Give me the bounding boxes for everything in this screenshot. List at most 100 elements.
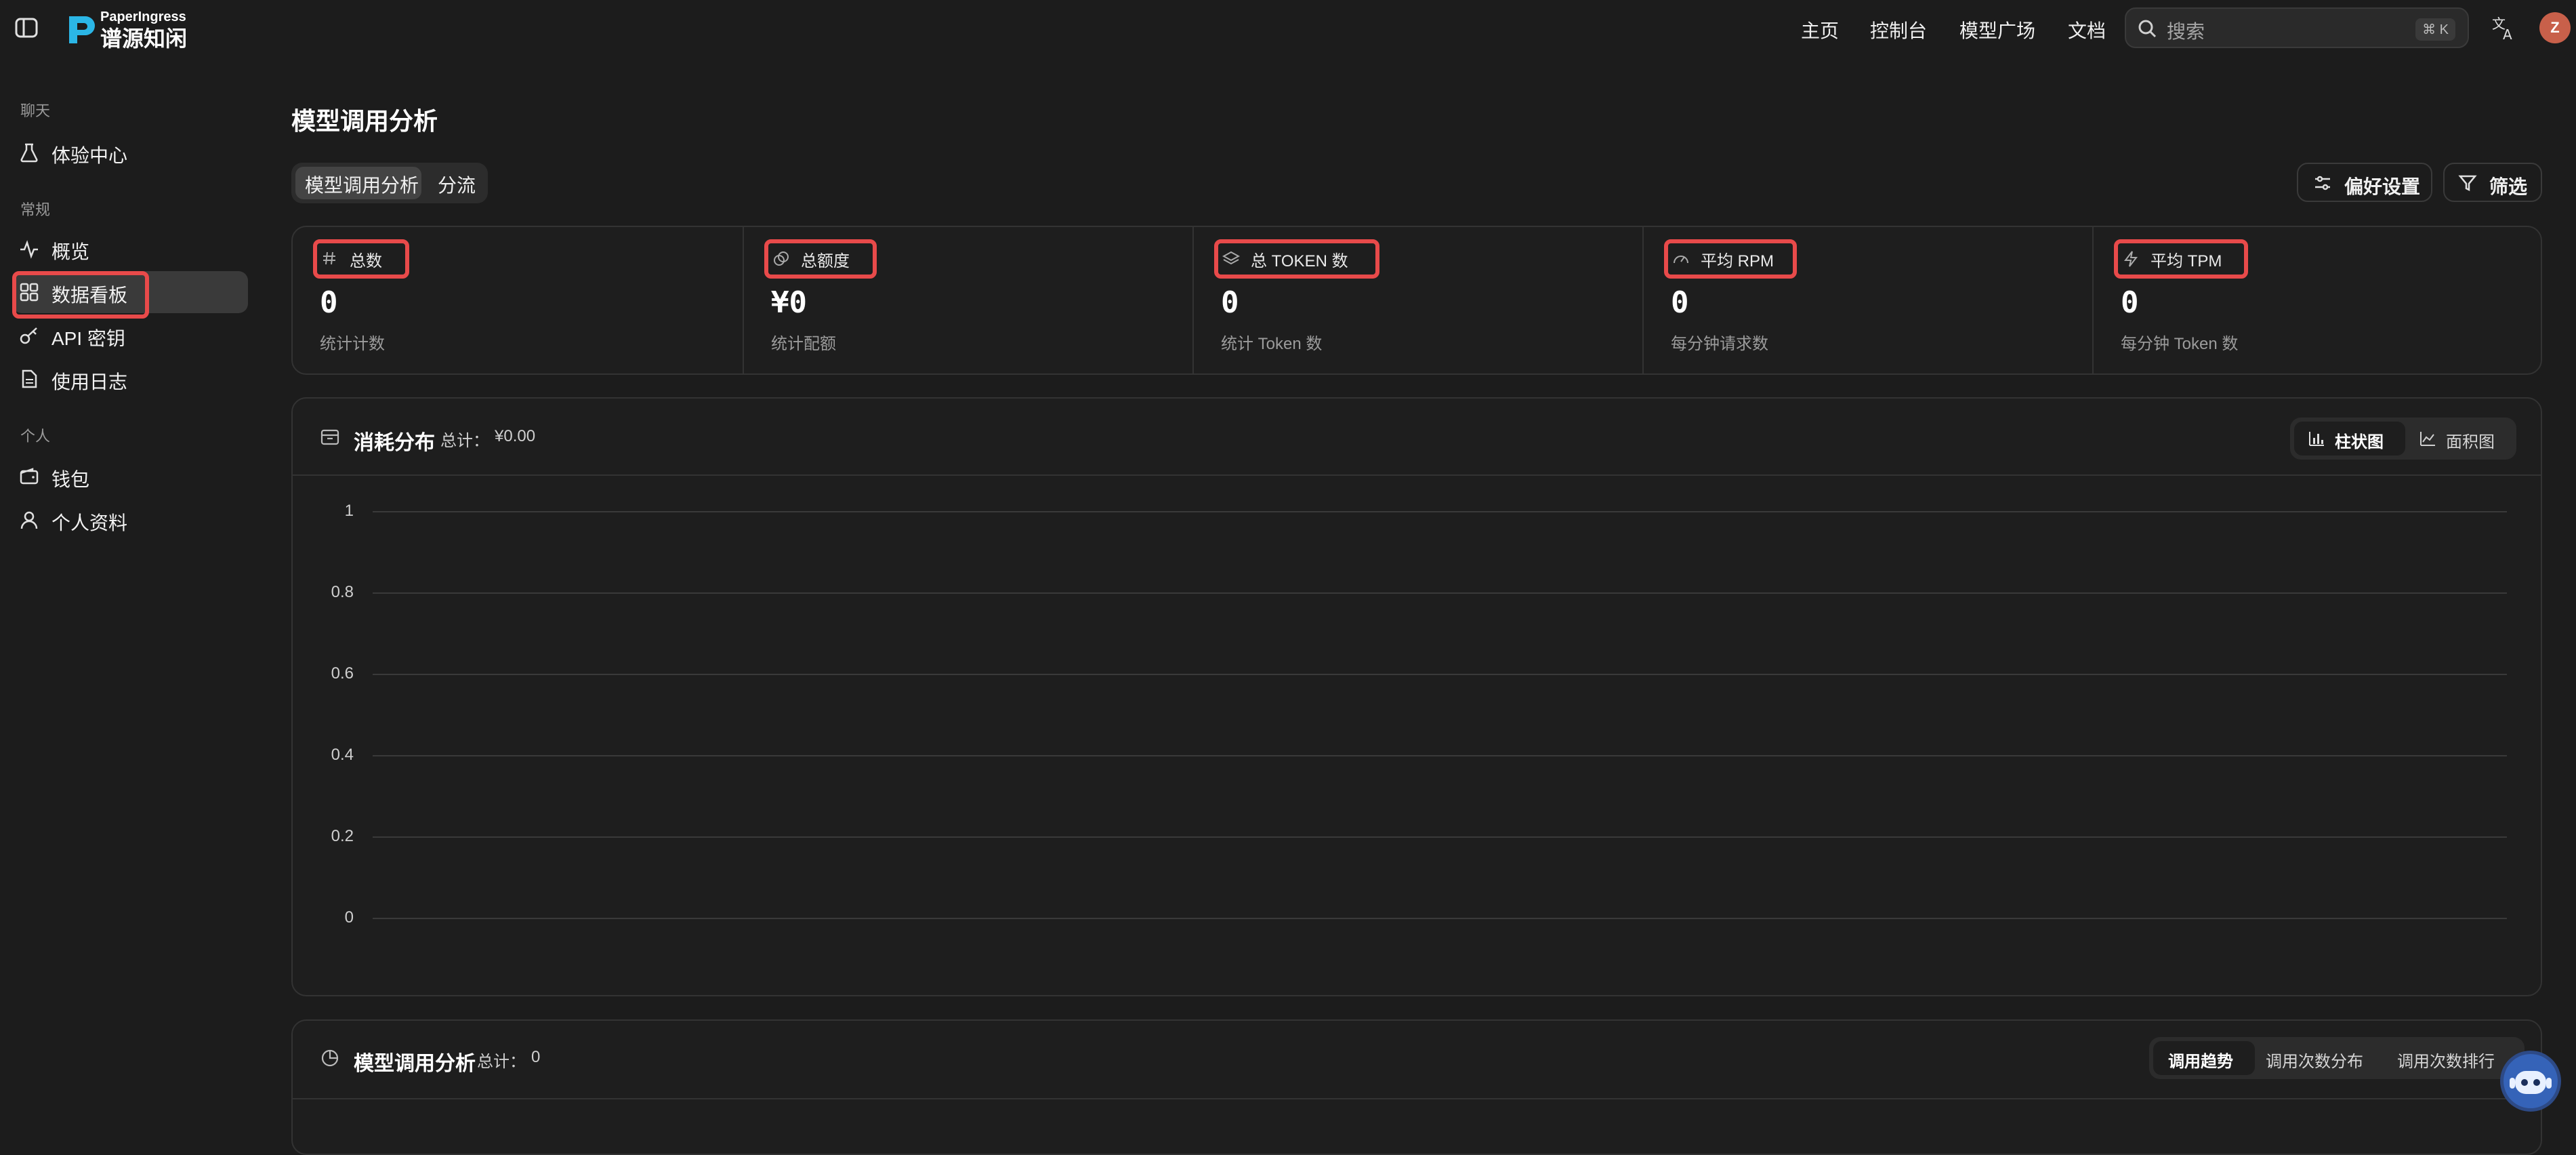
area-chart-icon <box>2419 430 2436 451</box>
preferences-button[interactable]: 偏好设置 <box>2297 163 2432 202</box>
sidebar-item-label: 概览 <box>51 241 90 262</box>
page-title: 模型调用分析 <box>291 107 438 135</box>
highlight-box <box>12 271 149 319</box>
nav-docs[interactable]: 文档 <box>2068 16 2106 43</box>
view-tabs: 模型调用分析 分流 <box>291 163 488 203</box>
stat-value: ¥0 <box>771 285 807 320</box>
nav-home[interactable]: 主页 <box>1801 16 1839 43</box>
stat-avg-tpm: 平均 TPM 0 每分钟 Token 数 <box>2094 227 2541 373</box>
y-tick-label: 0.6 <box>331 664 354 683</box>
y-tick-label: 0 <box>344 908 354 927</box>
highlight-box <box>1664 239 1797 279</box>
sidebar-item-usage-logs[interactable]: 使用日志 <box>12 358 248 400</box>
nav-console[interactable]: 控制台 <box>1870 16 1927 43</box>
consumption-title: 消耗分布 <box>354 432 435 454</box>
logo-icon[interactable] <box>65 12 106 52</box>
stat-value: 0 <box>1221 285 1239 320</box>
tab-call-trend-label[interactable]: 调用趋势 <box>2168 1048 2233 1072</box>
section-label-chat: 聊天 <box>20 102 51 119</box>
card-divider <box>293 1098 2541 1099</box>
stat-total-count: 总数 0 统计计数 <box>293 227 743 373</box>
section-label-general: 常规 <box>20 201 51 218</box>
sidebar-item-label: API 密钥 <box>51 328 125 349</box>
box-icon <box>320 427 340 451</box>
grid-line <box>373 592 2507 594</box>
search-placeholder: 搜索 <box>2167 21 2205 42</box>
section-label-personal: 个人 <box>20 428 51 445</box>
sliders-icon <box>2313 174 2332 196</box>
sidebar: 聊天 体验中心 常规 概览 数据看板 API 密钥 使用日志 个人 钱包 个人资… <box>0 65 257 1128</box>
grid-line <box>373 836 2507 838</box>
search-input[interactable]: 搜索 ⌘ K <box>2125 7 2469 48</box>
sidebar-item-label: 使用日志 <box>51 371 128 392</box>
sidebar-item-wallet[interactable]: 钱包 <box>12 455 248 498</box>
grid-line <box>373 511 2507 512</box>
consumption-total-label: 总计： <box>440 432 489 450</box>
consumption-card: 消耗分布 总计： ¥0.00 柱状图 面积图 1 0.8 0.6 0.4 0.2… <box>291 397 2542 996</box>
stat-desc: 统计 Token 数 <box>1221 335 1323 353</box>
filter-icon <box>2458 174 2477 196</box>
highlight-box <box>313 239 409 279</box>
grid-line <box>373 918 2507 919</box>
search-icon <box>2137 18 2157 42</box>
area-chart-label[interactable]: 面积图 <box>2446 428 2495 452</box>
highlight-box <box>1214 239 1379 279</box>
filter-label: 筛选 <box>2489 176 2528 197</box>
model-calls-card: 模型调用分析 总计： 0 调用趋势 调用次数分布 调用次数排行 <box>291 1019 2542 1155</box>
wallet-icon <box>19 466 39 487</box>
stat-value: 0 <box>2121 285 2139 320</box>
sidebar-item-label: 体验中心 <box>51 145 128 166</box>
model-calls-title: 模型调用分析 <box>354 1053 476 1075</box>
stat-avg-rpm: 平均 RPM 0 每分钟请求数 <box>1644 227 2092 373</box>
tab-routing[interactable]: 分流 <box>438 171 476 198</box>
preferences-label: 偏好设置 <box>2344 176 2421 197</box>
avatar[interactable]: Z <box>2539 12 2571 43</box>
stat-value: 0 <box>1671 285 1689 320</box>
stat-desc: 统计配额 <box>771 335 836 353</box>
search-shortcut: ⌘ K <box>2415 18 2455 41</box>
flask-icon <box>19 142 39 163</box>
model-calls-total-label: 总计： <box>477 1053 526 1071</box>
model-calls-total-value: 0 <box>531 1048 541 1066</box>
consumption-chart: 1 0.8 0.6 0.4 0.2 0 <box>293 476 2541 995</box>
document-icon <box>19 369 39 389</box>
brand-name: 谱源知闲 <box>100 26 188 51</box>
highlight-box <box>2114 239 2248 279</box>
pie-chart-icon <box>320 1048 340 1072</box>
sidebar-item-label: 个人资料 <box>51 512 128 533</box>
activity-icon <box>19 239 39 259</box>
chart-type-toggle: 柱状图 面积图 <box>2290 418 2516 460</box>
key-icon <box>19 325 39 346</box>
sidebar-item-playground[interactable]: 体验中心 <box>12 131 248 174</box>
sidebar-item-label: 钱包 <box>51 469 90 490</box>
bar-chart-icon <box>2308 430 2325 451</box>
stat-total-quota: 总额度 ¥0 统计配额 <box>744 227 1192 373</box>
highlight-box <box>764 239 877 279</box>
stat-desc: 每分钟请求数 <box>1671 335 1768 353</box>
translate-icon[interactable]: 文A <box>2491 15 2518 45</box>
y-tick-label: 0.4 <box>331 746 354 764</box>
stat-total-tokens: 总 TOKEN 数 0 统计 Token 数 <box>1194 227 1642 373</box>
nav-model-market[interactable]: 模型广场 <box>1959 16 2035 43</box>
top-header: PaperIngress 谱源知闲 主页 控制台 模型广场 文档 搜索 ⌘ K … <box>0 0 2576 65</box>
stats-card: 总数 0 统计计数 总额度 ¥0 统计配额 总 TOKEN 数 0 统计 Tok… <box>291 226 2542 375</box>
sidebar-item-api-keys[interactable]: API 密钥 <box>12 315 248 357</box>
model-calls-toggle: 调用趋势 调用次数分布 调用次数排行 <box>2149 1037 2525 1079</box>
tab-model-analysis-label[interactable]: 模型调用分析 <box>305 171 419 198</box>
stat-value: 0 <box>320 285 338 320</box>
y-tick-label: 1 <box>344 502 354 520</box>
tab-call-ranking[interactable]: 调用次数排行 <box>2397 1048 2495 1072</box>
stat-desc: 每分钟 Token 数 <box>2121 335 2239 353</box>
y-tick-label: 0.2 <box>331 827 354 845</box>
sidebar-item-profile[interactable]: 个人资料 <box>12 499 248 541</box>
tab-call-distribution[interactable]: 调用次数分布 <box>2266 1048 2363 1072</box>
assistant-bot-icon[interactable] <box>2500 1051 2561 1112</box>
sidebar-item-overview[interactable]: 概览 <box>12 228 248 270</box>
grid-line <box>373 755 2507 756</box>
filter-button[interactable]: 筛选 <box>2443 163 2542 202</box>
stat-desc: 统计计数 <box>320 335 385 353</box>
bar-chart-label[interactable]: 柱状图 <box>2335 428 2384 452</box>
sidebar-toggle-icon[interactable] <box>15 18 38 38</box>
svg-text:A: A <box>2503 26 2512 42</box>
grid-line <box>373 674 2507 675</box>
